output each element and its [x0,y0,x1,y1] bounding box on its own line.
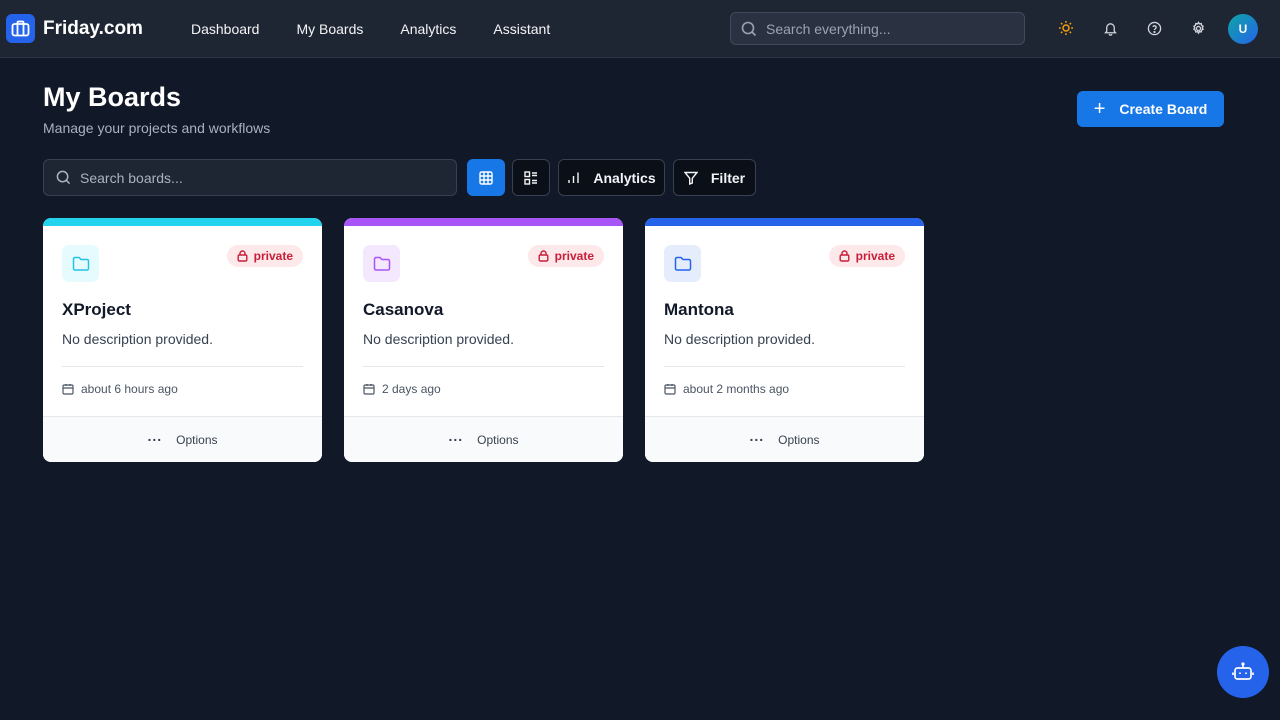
create-board-button[interactable]: + Create Board [1077,91,1224,127]
board-updated-text: 2 days ago [382,382,441,396]
card-accent-stripe [645,218,924,226]
visibility-label: private [554,249,594,263]
card-accent-stripe [344,218,623,226]
assistant-bot-button[interactable] [1217,646,1269,698]
list-view-button[interactable] [512,159,550,196]
options-label: Options [176,432,218,447]
folder-icon [664,245,701,282]
card-divider [363,366,604,367]
calendar-icon [62,384,74,395]
sun-icon[interactable] [1055,17,1077,39]
filter-label: Filter [710,169,746,186]
briefcase-icon [6,14,35,43]
gear-icon[interactable] [1187,17,1209,39]
help-icon[interactable] [1143,17,1165,39]
board-options-button[interactable]: ... Options [43,416,322,462]
card-divider [62,366,303,367]
lock-icon [839,250,850,262]
more-icon: ... [448,427,464,444]
calendar-icon [363,384,375,395]
lock-icon [237,250,248,262]
board-name[interactable]: XProject [62,300,131,320]
main-nav: Dashboard My Boards Analytics Assistant [191,21,587,37]
private-badge: private [527,245,604,267]
board-name[interactable]: Mantona [664,300,734,320]
options-label: Options [477,432,519,447]
robot-icon [1232,662,1254,680]
nav-item-my-boards[interactable]: My Boards [296,21,363,37]
board-search-input[interactable] [80,169,440,186]
card-divider [664,366,905,367]
private-badge: private [828,245,905,267]
lock-icon [538,250,549,262]
nav-item-dashboard[interactable]: Dashboard [191,21,260,37]
board-updated: 2 days ago [363,382,441,396]
board-search[interactable] [43,159,457,196]
board-description: No description provided. [664,331,815,347]
brand-name: Friday.com [43,17,143,39]
visibility-label: private [253,249,293,263]
board-updated: about 6 hours ago [62,382,178,396]
board-card-xproject[interactable]: private XProject No description provided… [43,218,322,462]
board-updated-text: about 2 months ago [683,382,790,396]
list-icon [524,170,537,185]
board-description: No description provided. [62,331,213,347]
analytics-button[interactable]: Analytics [558,159,665,196]
nav-item-analytics[interactable]: Analytics [400,21,456,37]
options-label: Options [778,432,820,447]
global-search-input[interactable] [766,20,1006,37]
more-icon: ... [749,427,765,444]
calendar-icon [664,384,676,395]
create-board-label: Create Board [1119,101,1208,117]
grid-icon [479,170,493,185]
board-updated: about 2 months ago [664,382,789,396]
page-title: My Boards [43,82,182,112]
nav-item-assistant[interactable]: Assistant [493,21,550,37]
search-icon [56,170,71,185]
grid-view-button[interactable] [467,159,505,196]
board-updated-text: about 6 hours ago [81,382,178,396]
private-badge: private [226,245,303,267]
board-name[interactable]: Casanova [363,300,443,320]
search-icon [741,21,757,36]
folder-icon [62,245,99,282]
top-icons [1055,17,1231,39]
board-description: No description provided. [363,331,514,347]
board-options-button[interactable]: ... Options [344,416,623,462]
bell-icon[interactable] [1099,17,1121,39]
analytics-label: Analytics [593,169,656,186]
page-subtitle: Manage your projects and workflows [43,120,271,136]
card-accent-stripe [43,218,322,226]
filter-button[interactable]: Filter [673,159,756,196]
plus-icon: + [1093,98,1106,120]
board-card-mantona[interactable]: private Mantona No description provided.… [645,218,924,462]
folder-icon [363,245,400,282]
bar-chart-icon [568,172,580,183]
board-card-casanova[interactable]: private Casanova No description provided… [344,218,623,462]
avatar[interactable]: U [1228,14,1258,44]
more-icon: ... [147,427,163,444]
brand[interactable]: Friday.com [6,14,143,43]
global-search[interactable] [730,12,1025,45]
board-options-button[interactable]: ... Options [645,416,924,462]
visibility-label: private [855,249,895,263]
filter-icon [683,171,698,185]
